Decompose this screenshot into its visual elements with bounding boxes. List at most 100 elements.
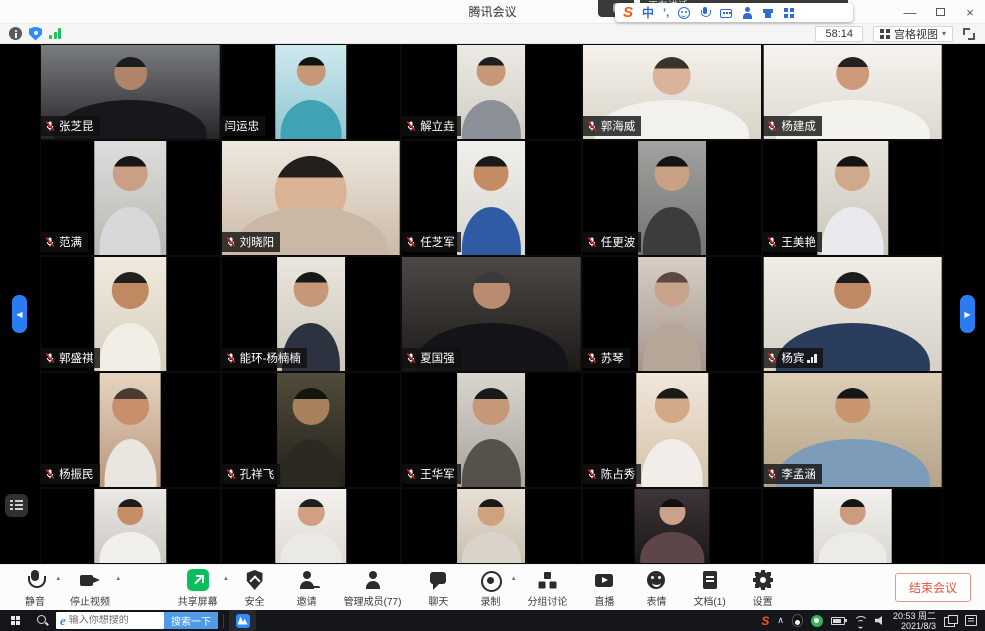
toolbar-button-record[interactable]: ▴ 录制 bbox=[469, 565, 511, 610]
toolbar-button-gear[interactable]: 设置 bbox=[742, 565, 784, 610]
meeting-info-icon[interactable] bbox=[9, 27, 22, 40]
video-tile[interactable]: 陈占秀 bbox=[582, 372, 763, 488]
sogou-logo-icon[interactable]: S bbox=[623, 3, 633, 22]
video-tile[interactable] bbox=[762, 488, 943, 564]
toolbar-button-doc[interactable]: 文档(1) bbox=[687, 565, 731, 610]
action-center-icon[interactable] bbox=[965, 615, 977, 626]
toolbar-button-live[interactable]: 直播 bbox=[583, 565, 625, 610]
participant-name: 陈占秀 bbox=[601, 466, 636, 482]
participant-video bbox=[638, 257, 706, 371]
search-go-button[interactable]: 搜索一下 bbox=[164, 612, 218, 629]
toolbar-button-breakout[interactable]: 分组讨论 bbox=[521, 565, 573, 610]
ime-language-toggle[interactable]: 中 bbox=[642, 4, 654, 21]
toolbar-button-shield[interactable]: 安全 bbox=[234, 565, 276, 610]
participant-label: 任更波 bbox=[583, 232, 642, 252]
start-button-icon[interactable] bbox=[0, 610, 30, 631]
video-tile[interactable]: 杨宾 bbox=[762, 256, 943, 372]
meeting-security-icon[interactable] bbox=[29, 27, 42, 41]
taskbar-search-icon[interactable] bbox=[30, 610, 56, 631]
participant-label: 杨振民 bbox=[41, 464, 100, 484]
close-button[interactable]: × bbox=[955, 0, 985, 24]
video-tile[interactable]: 任更波 bbox=[582, 140, 763, 256]
qq-tray-icon[interactable] bbox=[792, 614, 803, 627]
emoji-picker-icon[interactable] bbox=[678, 7, 690, 19]
video-tile[interactable] bbox=[401, 488, 582, 564]
previous-page-arrow[interactable]: ◀ bbox=[12, 295, 27, 333]
ime-menu-icon[interactable] bbox=[783, 7, 795, 19]
video-tile[interactable]: 刘晓阳 bbox=[221, 140, 402, 256]
participant-video bbox=[275, 45, 346, 139]
tray-expand-icon[interactable]: ∧ bbox=[777, 615, 784, 626]
toolbar-button-camera[interactable]: ▴ 停止视频 bbox=[64, 565, 116, 610]
person-torso bbox=[104, 439, 156, 487]
caret-up-icon[interactable]: ▴ bbox=[512, 574, 516, 582]
ime-skin-icon[interactable] bbox=[762, 7, 774, 19]
network-quality-icon[interactable] bbox=[49, 28, 61, 39]
participant-label: 能环-杨楠楠 bbox=[222, 348, 307, 368]
minimize-button[interactable]: — bbox=[895, 0, 925, 24]
video-tile[interactable] bbox=[221, 488, 402, 564]
soft-keyboard-icon[interactable] bbox=[720, 9, 732, 18]
next-page-arrow[interactable]: ▶ bbox=[960, 295, 975, 333]
live-icon bbox=[593, 569, 615, 591]
person-torso bbox=[462, 207, 520, 255]
video-tile[interactable]: 闫运忠 bbox=[221, 44, 402, 140]
sogou-tray-icon[interactable]: S bbox=[761, 614, 769, 628]
video-tile[interactable] bbox=[582, 488, 763, 564]
person-head bbox=[474, 156, 509, 191]
toolbar-button-mic[interactable]: ▴ 静音 bbox=[14, 565, 56, 610]
muted-mic-icon bbox=[766, 468, 778, 480]
video-tile[interactable]: 夏国强 bbox=[401, 256, 582, 372]
video-tile[interactable]: 孔祥飞 bbox=[221, 372, 402, 488]
video-tile[interactable]: 李孟涵 bbox=[762, 372, 943, 488]
participant-name: 闫运忠 bbox=[225, 118, 260, 134]
ime-punctuation-toggle[interactable]: ’, bbox=[663, 7, 669, 19]
person-head bbox=[655, 388, 690, 423]
member-list-toggle[interactable] bbox=[5, 494, 28, 517]
video-tile[interactable]: 张芝昆 bbox=[40, 44, 221, 140]
muted-mic-icon bbox=[405, 352, 417, 364]
toolbar-button-emoji[interactable]: 表情 bbox=[635, 565, 677, 610]
view-mode-dropdown[interactable]: 宫格视图 ▾ bbox=[873, 26, 953, 42]
caret-up-icon[interactable]: ▴ bbox=[56, 574, 60, 582]
video-tile[interactable]: 任芝军 bbox=[401, 140, 582, 256]
wifi-icon[interactable] bbox=[853, 615, 867, 626]
search-input[interactable] bbox=[69, 615, 160, 626]
person-head bbox=[834, 272, 871, 309]
video-tile[interactable]: 郭海威 bbox=[582, 44, 763, 140]
video-tile[interactable]: 范满 bbox=[40, 140, 221, 256]
participant-name: 夏国强 bbox=[420, 350, 455, 366]
video-tile[interactable]: 王美艳 bbox=[762, 140, 943, 256]
video-tile[interactable]: 郭盛祺 bbox=[40, 256, 221, 372]
caret-up-icon[interactable]: ▴ bbox=[224, 574, 228, 582]
voice-input-icon[interactable] bbox=[699, 7, 711, 19]
speaker-icon[interactable] bbox=[875, 616, 885, 626]
video-tile[interactable]: 能环-杨楠楠 bbox=[221, 256, 402, 372]
video-area: 张芝昆 闫运忠 bbox=[0, 44, 985, 564]
video-tile[interactable]: 苏琴 bbox=[582, 256, 763, 372]
taskbar-search-box[interactable]: e bbox=[56, 612, 164, 629]
toolbar-button-members[interactable]: 管理成员(77) bbox=[338, 565, 408, 610]
video-tile[interactable]: 杨建成 bbox=[762, 44, 943, 140]
end-meeting-button[interactable]: 结束会议 bbox=[895, 573, 971, 602]
taskbar-app-meeting[interactable] bbox=[229, 610, 256, 631]
video-tile[interactable] bbox=[40, 488, 221, 564]
person-head bbox=[114, 57, 147, 90]
maximize-button[interactable] bbox=[925, 0, 955, 24]
participant-video bbox=[95, 141, 166, 255]
taskbar-clock[interactable]: 20:53 周二 2021/8/3 bbox=[893, 611, 936, 631]
toolbar-button-invite[interactable]: 邀请 bbox=[286, 565, 328, 610]
fullscreen-icon[interactable] bbox=[963, 28, 975, 40]
toolbar-button-chat[interactable]: 聊天 bbox=[417, 565, 459, 610]
input-indicator-icon[interactable] bbox=[944, 615, 957, 626]
video-tile[interactable]: 杨振民 bbox=[40, 372, 221, 488]
antivirus-tray-icon[interactable] bbox=[811, 615, 823, 627]
video-tile[interactable]: 解立垚 bbox=[401, 44, 582, 140]
toolbar-button-share[interactable]: ▴ 共享屏幕 bbox=[172, 565, 224, 610]
toolbar-label: 设置 bbox=[753, 593, 773, 608]
ime-account-icon[interactable] bbox=[741, 7, 753, 19]
battery-icon[interactable] bbox=[831, 617, 845, 625]
caret-up-icon[interactable]: ▴ bbox=[116, 574, 120, 582]
participant-video bbox=[458, 141, 526, 255]
video-tile[interactable]: 王华军 bbox=[401, 372, 582, 488]
